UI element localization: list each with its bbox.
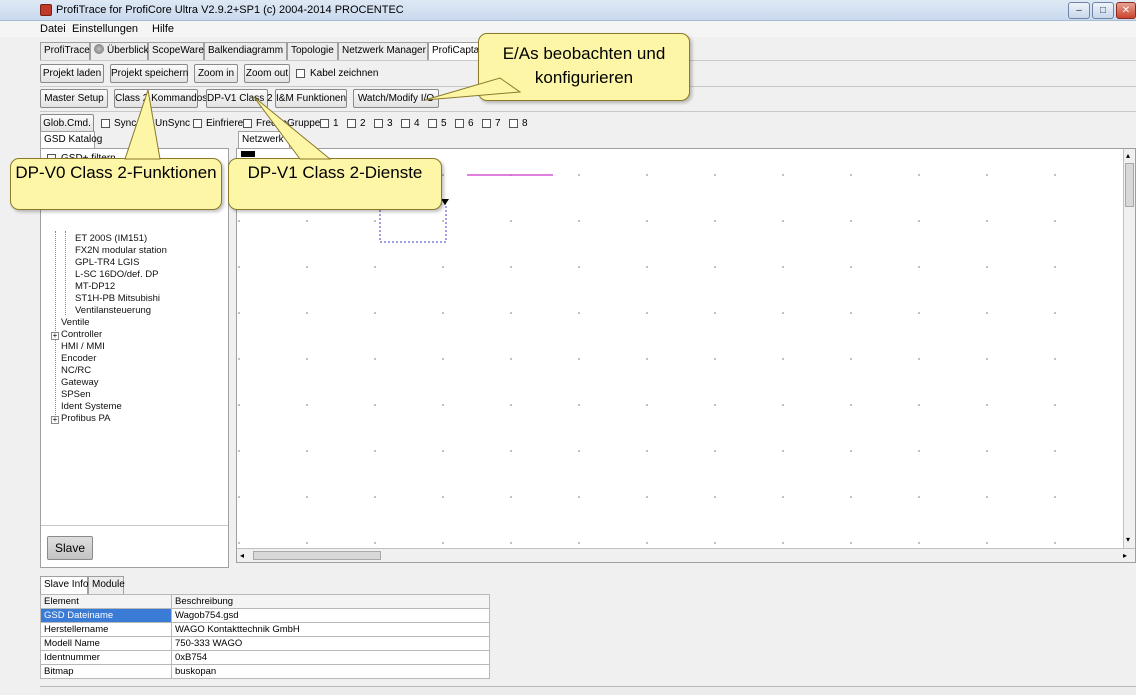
row-key: Bitmap xyxy=(40,664,172,679)
callout-dpv0-pointer xyxy=(124,89,161,160)
table-row[interactable]: Bitmap buskopan xyxy=(40,664,490,679)
row-key: Herstellername xyxy=(40,622,172,637)
callout-pointers xyxy=(124,77,522,160)
table-header-row: Element Beschreibung xyxy=(40,594,490,609)
row-value: buskopan xyxy=(171,664,490,679)
row-key: Modell Name xyxy=(40,636,172,651)
row-value: 750-333 WAGO xyxy=(171,636,490,651)
table-row[interactable]: GSD Dateiname Wagob754.gsd xyxy=(40,608,490,623)
callout-eas-pointer xyxy=(424,77,522,101)
header-beschreibung: Beschreibung xyxy=(171,594,490,609)
row-value: 0xB754 xyxy=(171,650,490,665)
table-row[interactable]: Modell Name 750-333 WAGO xyxy=(40,636,490,651)
row-value: WAGO Kontakttechnik GmbH xyxy=(171,622,490,637)
tab-slave-info[interactable]: Slave Info xyxy=(40,576,88,594)
callout-dpv1-pointer xyxy=(253,96,332,160)
status-bar xyxy=(40,686,1136,695)
tab-module[interactable]: Module xyxy=(88,576,125,594)
row-key: GSD Dateiname xyxy=(40,608,172,623)
slave-info-table: Element Beschreibung GSD Dateiname Wagob… xyxy=(40,594,490,679)
table-row[interactable]: Identnummer 0xB754 xyxy=(40,650,490,665)
row-key: Identnummer xyxy=(40,650,172,665)
header-element: Element xyxy=(40,594,172,609)
table-row[interactable]: Herstellername WAGO Kontakttechnik GmbH xyxy=(40,622,490,637)
row-value: Wagob754.gsd xyxy=(171,608,490,623)
